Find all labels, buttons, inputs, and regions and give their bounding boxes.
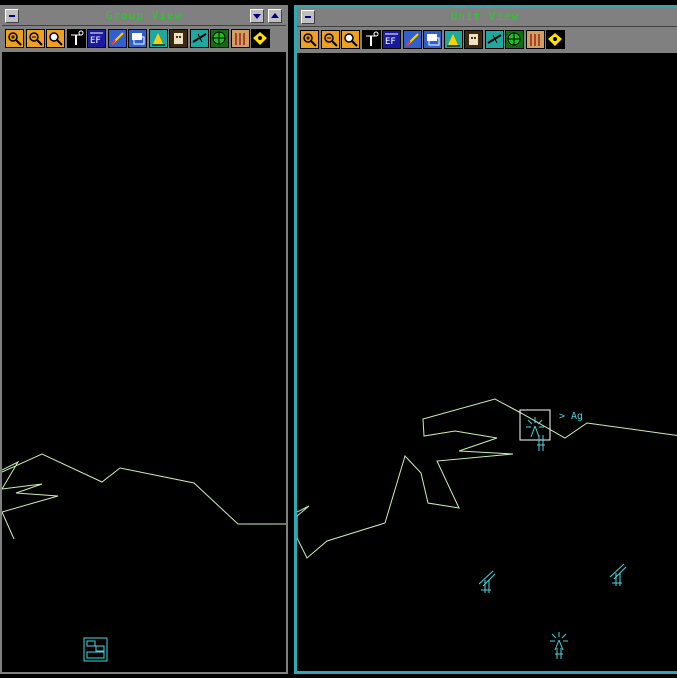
group-view-toolbar: EF <box>2 26 286 52</box>
selected-unit-icon[interactable] <box>519 409 553 453</box>
radar-target-icon <box>212 31 226 45</box>
zoom-in-button[interactable] <box>300 30 319 49</box>
map-layers-button[interactable] <box>423 30 442 49</box>
group-view-map[interactable] <box>2 52 286 672</box>
unit-view-window: Unit View EF > Ag <box>294 5 677 674</box>
edit-button[interactable] <box>107 29 127 48</box>
maximize-button[interactable] <box>268 9 282 23</box>
terrain-outline <box>2 453 286 540</box>
waypoint-icon <box>253 32 267 45</box>
aircraft-button[interactable] <box>189 29 209 48</box>
map-layers-icon <box>132 33 145 45</box>
aircraft-icon <box>191 33 207 43</box>
group-symbol-icon[interactable] <box>83 637 109 663</box>
ef-button[interactable]: EF <box>382 30 401 49</box>
columns-icon <box>234 33 245 45</box>
arrow-down-icon <box>253 14 261 19</box>
group-view-titlebar[interactable]: Group View <box>2 7 286 26</box>
svg-text:EF: EF <box>385 37 396 47</box>
terrain-button[interactable] <box>148 29 168 48</box>
antenna-button[interactable] <box>66 29 86 48</box>
group-view-title: Group View <box>105 9 183 22</box>
ef-icon: EF <box>90 32 103 46</box>
columns-icon <box>529 34 540 46</box>
edit-icon <box>405 33 419 46</box>
zoom-magnify-icon <box>344 33 358 47</box>
waypoint-button[interactable] <box>251 29 270 48</box>
columns-button[interactable] <box>525 30 545 49</box>
radar-unit-icon[interactable] <box>547 630 571 660</box>
face-button[interactable] <box>169 29 188 48</box>
edit-button[interactable] <box>402 30 422 49</box>
zoom-out-icon <box>323 33 338 47</box>
unit-callsign-label: > Ag <box>559 411 584 422</box>
aircraft-icon <box>486 34 502 44</box>
unit-view-title: Unit View <box>450 10 520 23</box>
missile-launcher-icon[interactable] <box>475 568 497 594</box>
map-layers-icon <box>427 34 440 46</box>
missile-launcher-icon[interactable] <box>606 561 628 587</box>
ef-icon: EF <box>385 33 398 47</box>
zoom-magnify-button[interactable] <box>46 29 65 48</box>
zoom-in-button[interactable] <box>5 29 24 48</box>
terrain-button[interactable] <box>443 30 463 49</box>
antenna-button[interactable] <box>361 30 381 49</box>
edit-icon <box>110 32 124 45</box>
face-icon <box>469 34 478 45</box>
zoom-in-icon <box>303 33 317 47</box>
unit-view-toolbar: EF <box>297 27 677 53</box>
map-layers-button[interactable] <box>128 29 147 48</box>
unit-view-map[interactable]: > Ag <box>297 53 677 671</box>
face-button[interactable] <box>464 30 483 49</box>
waypoint-icon <box>548 33 562 46</box>
radar-target-icon <box>507 32 521 46</box>
ef-button[interactable]: EF <box>87 29 106 48</box>
minimize-button[interactable] <box>250 9 264 23</box>
zoom-out-button[interactable] <box>320 30 340 49</box>
radar-target-button[interactable] <box>505 30 524 49</box>
zoom-magnify-icon <box>49 32 63 46</box>
group-view-window: Group View EF <box>0 5 288 674</box>
antenna-icon <box>365 31 378 46</box>
svg-text:EF: EF <box>90 36 101 46</box>
zoom-magnify-button[interactable] <box>341 30 360 49</box>
radar-target-button[interactable] <box>210 29 229 48</box>
unit-view-titlebar[interactable]: Unit View <box>297 8 677 27</box>
aircraft-button[interactable] <box>484 30 504 49</box>
waypoint-button[interactable] <box>546 30 565 49</box>
terrain-icon <box>151 33 165 46</box>
terrain-icon <box>446 34 460 47</box>
face-icon <box>174 33 183 44</box>
zoom-out-icon <box>28 32 43 46</box>
arrow-up-icon <box>271 13 279 18</box>
zoom-out-button[interactable] <box>25 29 45 48</box>
columns-button[interactable] <box>230 29 250 48</box>
antenna-icon <box>70 30 83 45</box>
zoom-in-icon <box>8 32 22 46</box>
